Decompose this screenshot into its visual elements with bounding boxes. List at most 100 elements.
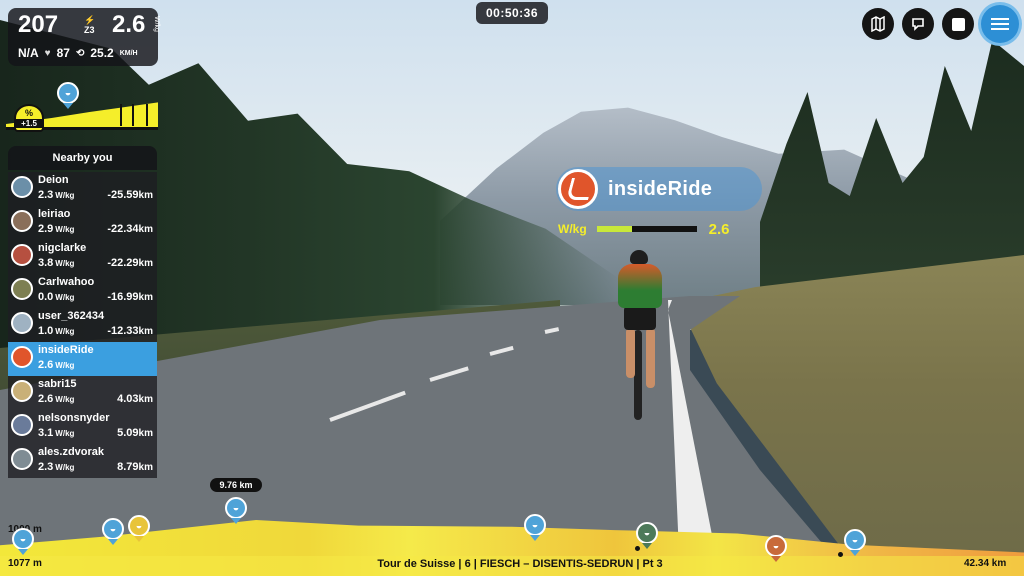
- gradient-badge: % +1.5: [14, 104, 44, 132]
- profile-marker: [635, 546, 640, 551]
- avatar: [11, 414, 33, 436]
- gradient-value: +1.5: [16, 119, 42, 128]
- wkg-unit: W/kg: [153, 16, 160, 32]
- rider-wkg-meter: W/kg 2.6: [558, 220, 754, 238]
- heart-rate-value: N/A: [18, 46, 39, 60]
- rider-wkg: 2.6 W/kg: [38, 359, 75, 371]
- rider-pin: ◒: [765, 535, 787, 562]
- rider-distance: 8.79km: [117, 461, 153, 473]
- route-loop-button[interactable]: [902, 8, 934, 40]
- rider-name: ales.zdvorak: [38, 446, 105, 458]
- nearby-rider-row[interactable]: nigclarke 3.8 W/kg -22.29km: [8, 240, 157, 274]
- rider-pin: ◒: [57, 82, 79, 109]
- rider-pin: ◒: [844, 529, 866, 556]
- route-loop-icon: [912, 18, 924, 31]
- rider-name: Carlwahoo: [38, 276, 95, 288]
- stop-icon: [951, 17, 965, 31]
- helmet-icon: ◒: [12, 528, 34, 550]
- avatar: [11, 210, 33, 232]
- ride-stats-panel: 207 ⚡ Z3 2.6 W/kg N/A ♥ 87 ⟲ 25.2 KM/H: [8, 8, 160, 66]
- total-distance: 42.34 km: [964, 558, 1007, 569]
- own-rider-pin: ◒: [225, 497, 247, 524]
- route-title: Tour de Suisse | 6 | FIESCH – DISENTIS-S…: [377, 558, 663, 570]
- nearby-list: Deion 2.3 W/kg -25.59km leiriao 2.9 W/kg -22.34…: [8, 172, 157, 478]
- nearby-rider-row[interactable]: user_362434 1.0 W/kg -12.33km: [8, 308, 157, 342]
- cyclist: [608, 250, 668, 420]
- rider-pin: ◒: [102, 518, 124, 545]
- rider-pin: ◒: [524, 514, 546, 541]
- avatar: [11, 380, 33, 402]
- rider-distance: -22.34km: [107, 223, 153, 235]
- elapsed-timer: 00:50:36: [476, 2, 548, 24]
- wkg-overlay-value: 2.6: [708, 220, 730, 238]
- nearby-rider-row[interactable]: sabri15 2.6 W/kg 4.03km: [8, 376, 157, 410]
- helmet-icon: ◒: [102, 518, 124, 540]
- profile-tick: [146, 104, 148, 126]
- rider-wkg: 3.8 W/kg: [38, 257, 75, 269]
- rider-wkg: 2.9 W/kg: [38, 223, 75, 235]
- helmet-icon: ◒: [57, 82, 79, 104]
- rider-distance: -12.33km: [107, 325, 153, 337]
- rider-name: leiriao: [38, 208, 71, 220]
- rider-name: sabri15: [38, 378, 77, 390]
- start-elevation-label: 1077 m: [8, 558, 42, 569]
- menu-icon: [991, 15, 1009, 33]
- wkg-track: [596, 226, 697, 232]
- avatar: [11, 312, 33, 334]
- wkg-label: W/kg: [558, 222, 587, 236]
- helmet-icon: ◒: [225, 497, 247, 519]
- rider-name: user_362434: [38, 310, 105, 322]
- nearby-rider-row[interactable]: leiriao 2.9 W/kg -22.34km: [8, 206, 157, 240]
- nearby-rider-row[interactable]: insideRide 2.6 W/kg: [8, 342, 157, 376]
- avatar: [11, 448, 33, 470]
- cadence-icon: ⟲: [75, 47, 85, 59]
- rider-wkg: 3.1 W/kg: [38, 427, 75, 439]
- heart-icon: ♥: [44, 47, 51, 59]
- profile-tick: [132, 104, 134, 126]
- rider-pin: ◒: [12, 528, 34, 555]
- rider-name: insideRide: [38, 344, 94, 356]
- avatar: [11, 346, 33, 368]
- power-zone: ⚡ Z3: [84, 15, 96, 35]
- helmet-icon: ◒: [765, 535, 787, 557]
- map-icon: [871, 16, 885, 32]
- avatar: [11, 176, 33, 198]
- power-value: 207: [18, 11, 59, 38]
- map-button[interactable]: [862, 8, 894, 40]
- rider-wkg: 2.3 W/kg: [38, 189, 75, 201]
- rider-name-badge: insideRide: [556, 167, 762, 211]
- speed-value: 25.2: [90, 46, 114, 60]
- nearby-header: Nearby you: [8, 146, 157, 170]
- rider-name: insideRide: [608, 177, 713, 200]
- helmet-icon: ◒: [128, 515, 150, 537]
- nearby-rider-row[interactable]: nelsonsnyder 3.1 W/kg 5.09km: [8, 410, 157, 444]
- nearby-rider-row[interactable]: Carlwahoo 0.0 W/kg -16.99km: [8, 274, 157, 308]
- rider-name: nigclarke: [38, 242, 87, 254]
- rider-pin: ◒: [636, 522, 658, 549]
- insideride-logo-icon: [558, 169, 598, 209]
- secondary-stats: N/A ♥ 87 ⟲ 25.2 KM/H: [18, 46, 152, 60]
- avatar: [11, 278, 33, 300]
- helmet-icon: ◒: [844, 529, 866, 551]
- nearby-rider-row[interactable]: Deion 2.3 W/kg -25.59km: [8, 172, 157, 206]
- rider-distance: 5.09km: [117, 427, 153, 439]
- rider-name: nelsonsnyder: [38, 412, 110, 424]
- rider-distance: 4.03km: [117, 393, 153, 405]
- rider-wkg: 0.0 W/kg: [38, 291, 75, 303]
- profile-tick: [120, 104, 122, 126]
- rider-distance: -22.29km: [107, 257, 153, 269]
- speed-unit: KM/H: [119, 49, 138, 57]
- rider-name: Deion: [38, 174, 69, 186]
- distance-flag: 9.76 km: [210, 478, 262, 492]
- rider-wkg: 1.0 W/kg: [38, 325, 75, 337]
- nearby-rider-row[interactable]: ales.zdvorak 2.3 W/kg 8.79km: [8, 444, 157, 478]
- stop-button[interactable]: [942, 8, 974, 40]
- wkg-value: 2.6: [112, 11, 146, 38]
- rider-distance: -16.99km: [107, 291, 153, 303]
- rider-pin: ◒: [128, 515, 150, 542]
- gradient-symbol: %: [24, 108, 33, 118]
- rider-distance: -25.59km: [107, 189, 153, 201]
- zone-label: Z3: [84, 25, 95, 35]
- menu-button[interactable]: [978, 2, 1022, 46]
- helmet-icon: ◒: [636, 522, 658, 544]
